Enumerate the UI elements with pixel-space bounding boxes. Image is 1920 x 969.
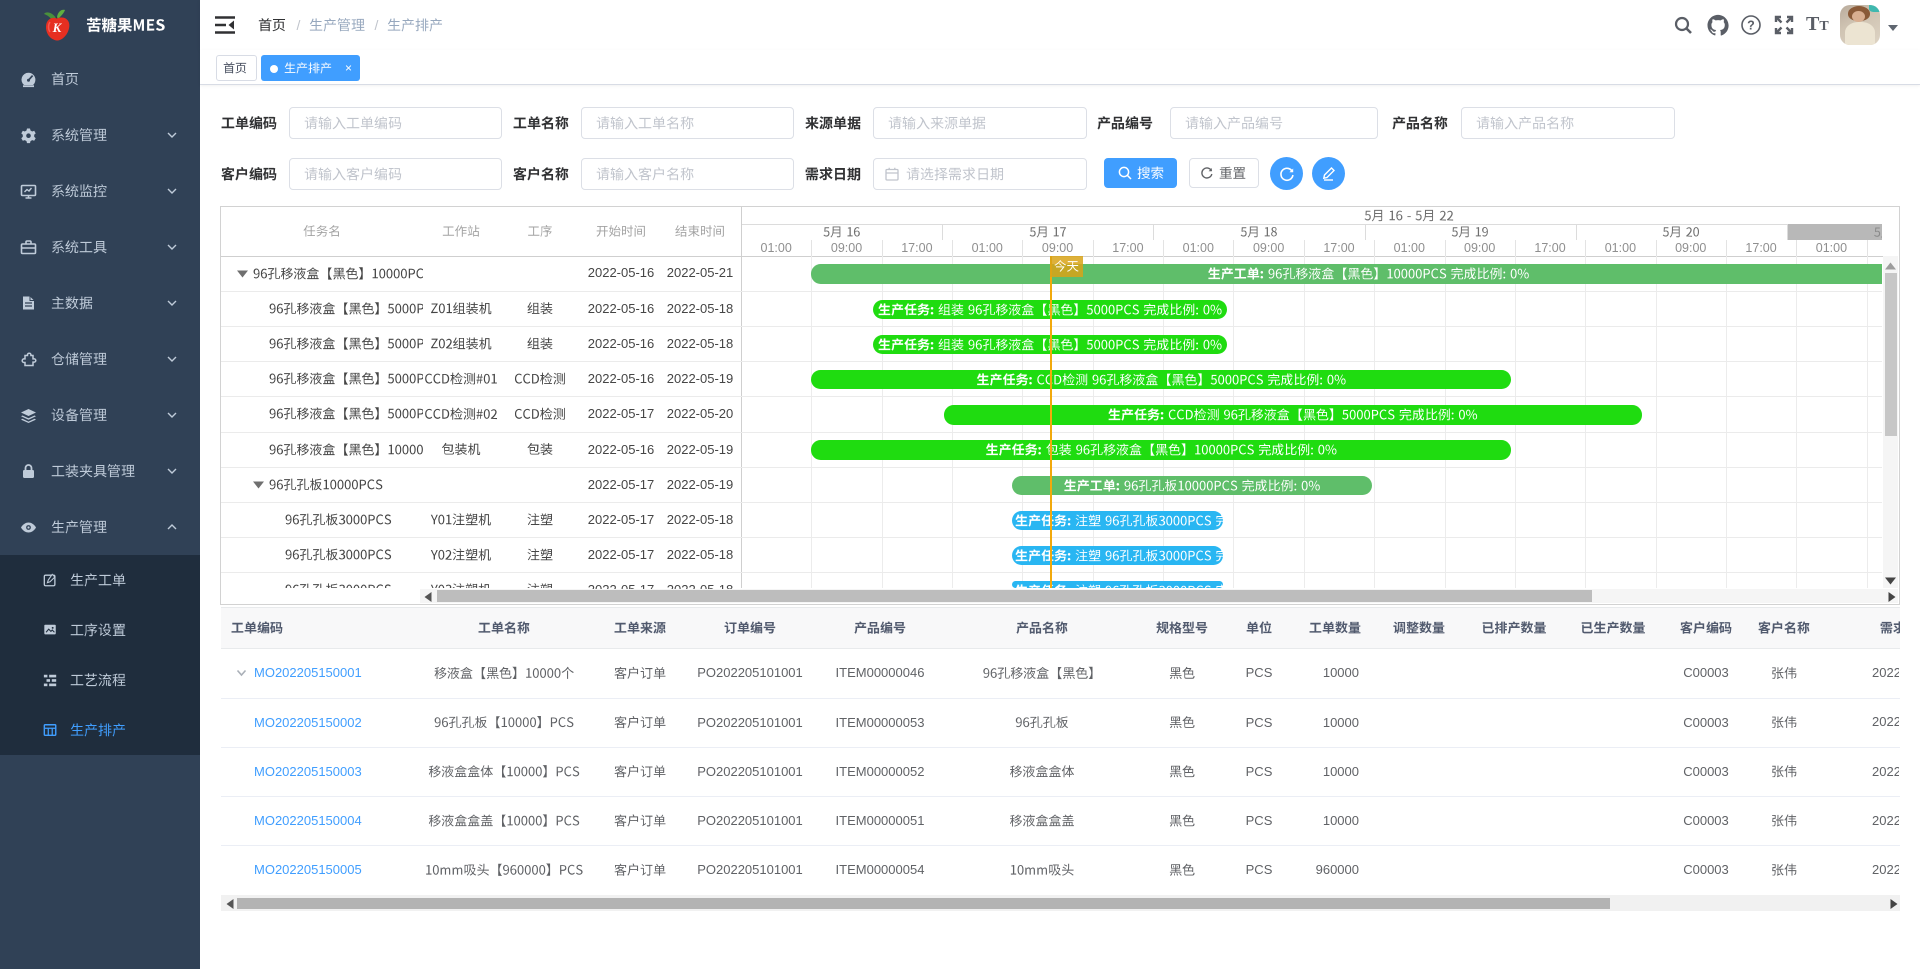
svg-text:K: K xyxy=(52,20,63,35)
svg-text:?: ? xyxy=(1747,19,1755,33)
